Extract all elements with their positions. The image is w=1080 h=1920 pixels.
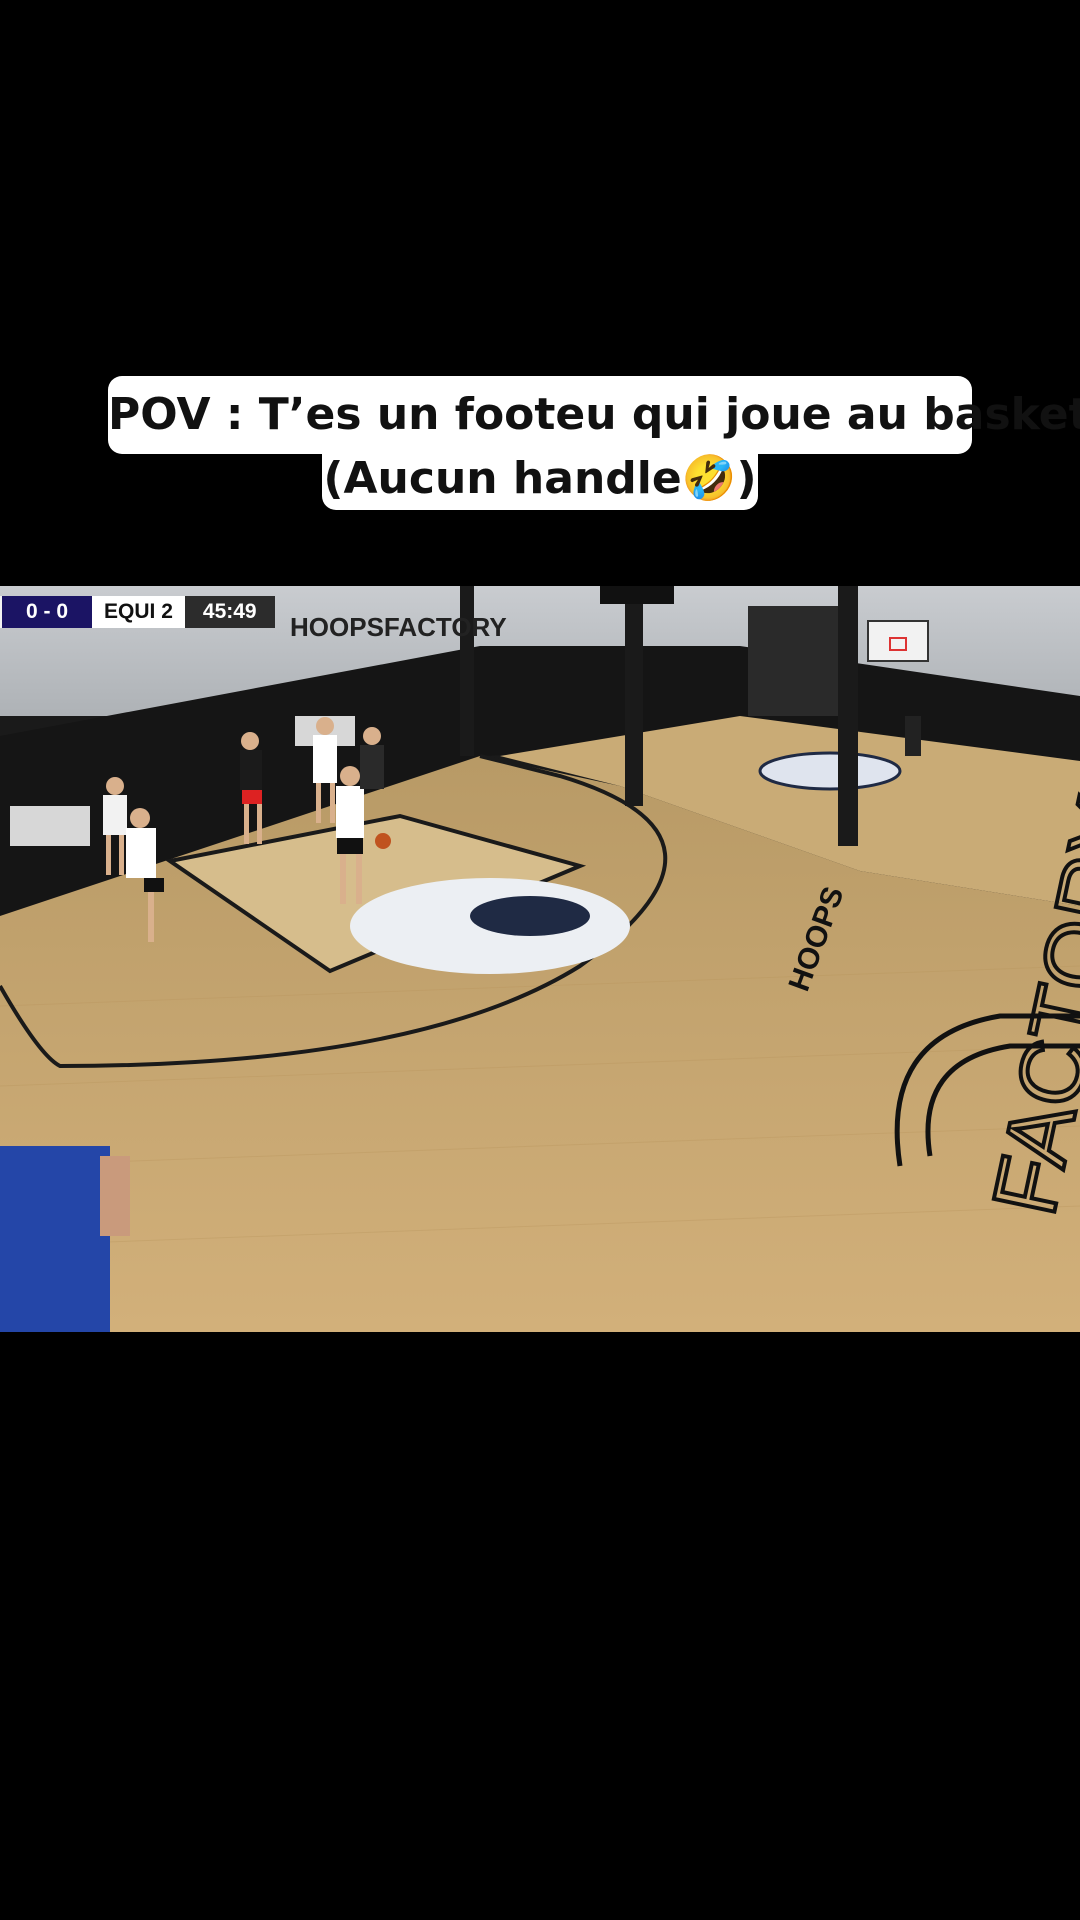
wall-sign: HOOPSFACTORY (290, 612, 507, 642)
game-clock: 45:49 (184, 596, 275, 628)
pillar (838, 586, 858, 846)
player (360, 727, 384, 789)
basketball (375, 833, 391, 849)
caption-line-1: POV : T’es un footeu qui joue au basket (108, 376, 1080, 454)
bench (10, 806, 90, 846)
caption-line-2: (Aucun handle🤣) (322, 450, 758, 510)
video-screen[interactable]: POV : T’es un footeu qui joue au basket … (0, 0, 1080, 1920)
score: 0 - 0 (2, 596, 93, 628)
team-name: EQUI 2 (92, 596, 185, 628)
court-scene: HOOPSFACTORY HOOPS FACTORY (0, 586, 1080, 1332)
video-frame[interactable]: HOOPSFACTORY HOOPS FACTORY (0, 586, 1080, 1332)
pillar (625, 586, 643, 806)
player (905, 716, 921, 756)
roller-door (748, 606, 838, 716)
scoreboard: 0 - 0 EQUI 2 45:49 (0, 596, 275, 628)
backboard (867, 620, 929, 662)
